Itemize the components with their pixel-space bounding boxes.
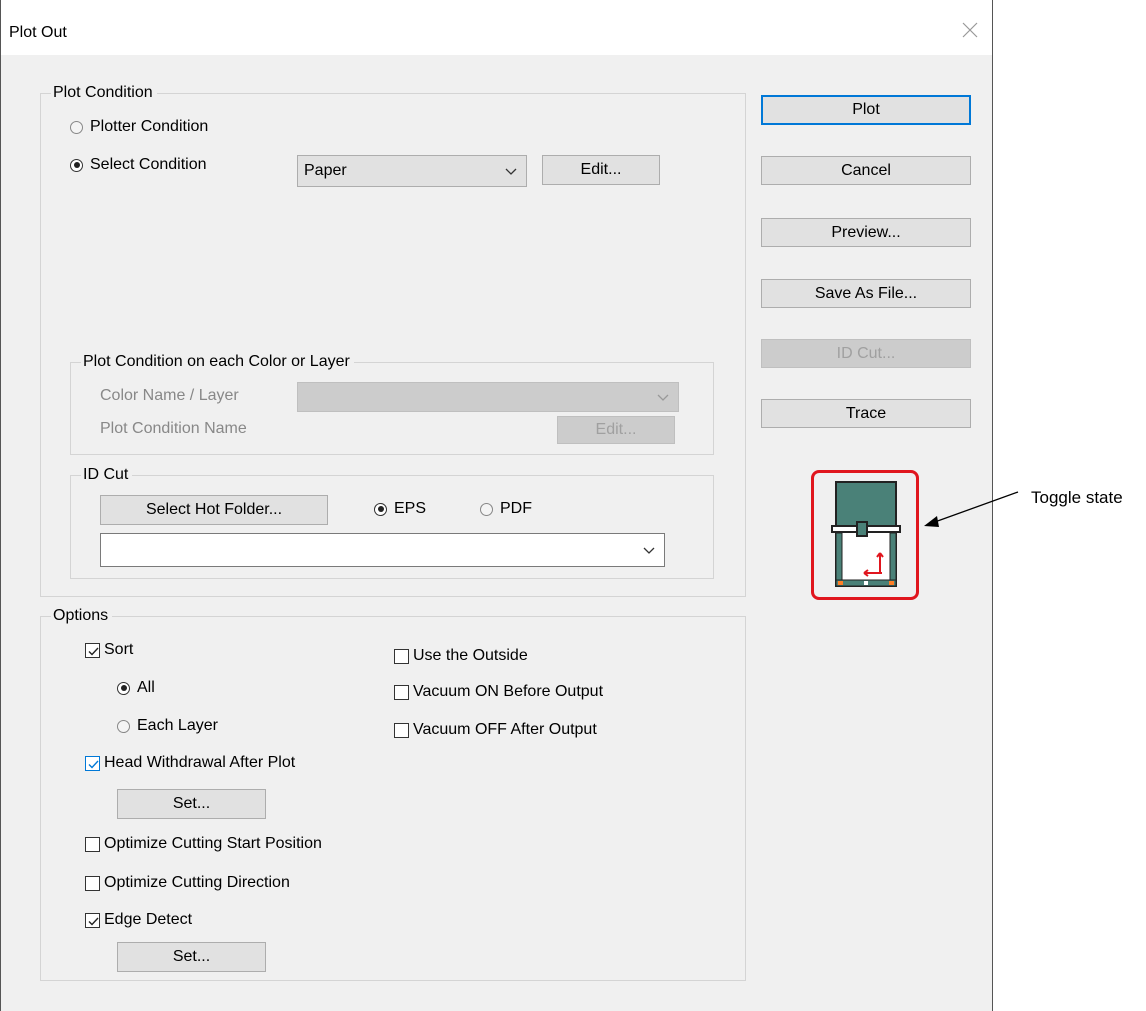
pdf-label: PDF xyxy=(500,500,532,517)
edge-detect-set-button[interactable]: Set... xyxy=(117,942,266,972)
vacuum-on-label: Vacuum ON Before Output xyxy=(413,683,604,700)
plotter-condition-label: Plotter Condition xyxy=(90,118,209,135)
sort-check-box[interactable] xyxy=(85,642,100,658)
plot-button[interactable]: Plot xyxy=(761,95,971,125)
options-legend: Options xyxy=(51,606,113,626)
plotter-state-toggle[interactable] xyxy=(811,470,919,600)
condition-name-label: Plot Condition Name xyxy=(100,420,247,437)
vacuum-off-label: Vacuum OFF After Output xyxy=(413,721,597,738)
sort-all-radio-dot[interactable] xyxy=(117,681,130,695)
optimize-start-checkbox[interactable]: Optimize Cutting Start Position xyxy=(85,835,322,853)
head-withdrawal-checkbox[interactable]: Head Withdrawal After Plot xyxy=(85,754,295,772)
plotter-condition-radio-dot[interactable] xyxy=(70,120,83,134)
vacuum-off-checkbox[interactable]: Vacuum OFF After Output xyxy=(394,721,597,739)
condition-edit-button[interactable]: Edit... xyxy=(542,155,660,185)
plot-condition-legend: Plot Condition xyxy=(51,83,157,103)
trace-button[interactable]: Trace xyxy=(761,399,971,428)
checkmark-icon xyxy=(88,917,99,926)
window-title: Plot Out xyxy=(9,24,67,41)
vacuum-on-checkbox[interactable]: Vacuum ON Before Output xyxy=(394,683,603,701)
sort-each-layer-radio[interactable]: Each Layer xyxy=(117,717,218,735)
close-icon[interactable] xyxy=(960,20,980,40)
optimize-direction-check-box[interactable] xyxy=(85,875,100,891)
optimize-start-check-box[interactable] xyxy=(85,836,100,852)
plot-out-dialog: Plot Out Plot Condition Plotter Conditio… xyxy=(0,0,993,1011)
sort-each-layer-radio-dot[interactable] xyxy=(117,719,130,733)
color-layer-label: Color Name / Layer xyxy=(100,387,239,404)
optimize-direction-label: Optimize Cutting Direction xyxy=(104,874,290,891)
cancel-button[interactable]: Cancel xyxy=(761,156,971,185)
condition-select[interactable]: Paper xyxy=(297,155,527,187)
eps-radio[interactable]: EPS xyxy=(374,500,426,518)
chevron-down-icon xyxy=(643,547,655,554)
per-color-edit-button: Edit... xyxy=(557,416,675,444)
edge-detect-label: Edge Detect xyxy=(104,911,193,928)
title-bar: Plot Out xyxy=(1,0,992,55)
select-condition-radio-dot[interactable] xyxy=(70,158,83,172)
select-hot-folder-button[interactable]: Select Hot Folder... xyxy=(100,495,328,525)
id-cut-legend: ID Cut xyxy=(81,465,133,485)
per-color-legend: Plot Condition on each Color or Layer xyxy=(81,352,354,372)
pdf-radio-dot[interactable] xyxy=(480,502,493,516)
edge-detect-check-box[interactable] xyxy=(85,912,100,928)
eps-label: EPS xyxy=(394,500,427,517)
chevron-down-icon xyxy=(505,168,517,175)
optimize-direction-checkbox[interactable]: Optimize Cutting Direction xyxy=(85,874,290,892)
select-condition-radio[interactable]: Select Condition xyxy=(70,156,207,174)
use-outside-label: Use the Outside xyxy=(413,647,528,664)
chevron-down-icon xyxy=(657,394,669,401)
sort-all-label: All xyxy=(137,679,155,696)
checkmark-icon xyxy=(88,760,99,769)
save-as-file-button[interactable]: Save As File... xyxy=(761,279,971,308)
use-outside-checkbox[interactable]: Use the Outside xyxy=(394,647,528,665)
vacuum-on-check-box[interactable] xyxy=(394,684,409,700)
annotation-arrow xyxy=(924,491,1019,527)
vacuum-off-check-box[interactable] xyxy=(394,722,409,738)
hot-folder-select[interactable] xyxy=(100,533,665,567)
use-outside-check-box[interactable] xyxy=(394,648,409,664)
edge-detect-checkbox[interactable]: Edge Detect xyxy=(85,911,192,929)
preview-button[interactable]: Preview... xyxy=(761,218,971,247)
checkmark-icon xyxy=(88,647,99,656)
sort-checkbox[interactable]: Sort xyxy=(85,641,133,659)
annotation-label: Toggle state xyxy=(1031,488,1123,507)
plotter-condition-radio[interactable]: Plotter Condition xyxy=(70,118,208,136)
pdf-radio[interactable]: PDF xyxy=(480,500,532,518)
sort-label: Sort xyxy=(104,641,134,658)
sort-each-layer-label: Each Layer xyxy=(137,717,218,734)
eps-radio-dot[interactable] xyxy=(374,502,387,516)
color-layer-select xyxy=(297,382,679,412)
id-cut-button: ID Cut... xyxy=(761,339,971,368)
head-withdrawal-label: Head Withdrawal After Plot xyxy=(104,754,296,771)
head-withdrawal-check-box[interactable] xyxy=(85,755,100,771)
sort-all-radio[interactable]: All xyxy=(117,679,155,697)
condition-select-value: Paper xyxy=(304,162,347,179)
plotter-icon xyxy=(831,481,901,587)
optimize-start-label: Optimize Cutting Start Position xyxy=(104,835,322,852)
select-condition-label: Select Condition xyxy=(90,156,207,173)
head-withdrawal-set-button[interactable]: Set... xyxy=(117,789,266,819)
